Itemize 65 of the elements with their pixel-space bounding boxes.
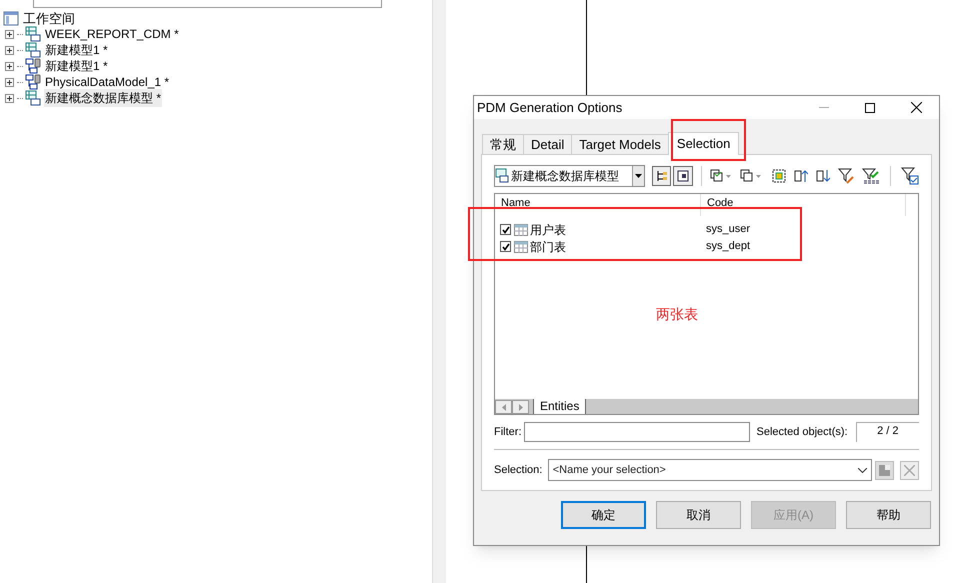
expand-toggle[interactable]	[5, 94, 14, 102]
filter-field[interactable]	[524, 422, 750, 442]
tab[interactable]: Detail	[523, 134, 572, 154]
window-icon	[677, 170, 690, 182]
table-icon	[514, 240, 528, 252]
left-arrow-icon	[502, 404, 506, 410]
checkbox[interactable]	[500, 224, 511, 235]
tree-item[interactable]: 新建概念数据库模型 *	[44, 89, 162, 107]
dialog-button[interactable]: 取消	[656, 501, 741, 529]
checkbox[interactable]	[500, 241, 511, 252]
filter-checkbox-icon[interactable]	[901, 167, 919, 185]
selected-objects-label: Selected object(s):	[756, 424, 848, 440]
workspace-icon	[3, 10, 19, 26]
tree-item[interactable]: 新建模型1 *	[44, 41, 109, 59]
move-up-icon[interactable]	[794, 169, 808, 183]
delete-icon	[904, 464, 916, 476]
caret-icon	[634, 174, 642, 178]
tree-item[interactable]: 新建模型1 *	[44, 57, 109, 75]
conceptual-model-icon	[25, 90, 41, 106]
tab[interactable]: Target Models	[571, 134, 668, 154]
window-title: PDM Generation Options	[477, 98, 624, 117]
selected-objects-count: 2 / 2	[856, 422, 919, 442]
list-view-button[interactable]	[673, 166, 694, 186]
model-dropdown[interactable]: 新建概念数据库模型	[494, 165, 645, 187]
conceptual-model-icon	[25, 26, 41, 42]
filter-edit-icon[interactable]	[838, 168, 854, 184]
move-down-icon[interactable]	[816, 169, 830, 183]
filter-label: Filter:	[494, 424, 522, 440]
expand-toggle[interactable]	[5, 46, 14, 54]
selection-dropdown[interactable]: <Name your selection>	[548, 459, 872, 481]
entity-code: sys_user	[705, 222, 750, 238]
table-icon	[514, 224, 528, 236]
entity-name[interactable]: 部门表	[530, 238, 566, 256]
deselect-all-icon[interactable]	[740, 169, 762, 183]
scrollbar[interactable]	[432, 0, 446, 583]
sheet-tab[interactable]: Entities	[533, 399, 586, 414]
tab[interactable]: 常规	[482, 134, 523, 154]
close-icon	[910, 102, 922, 113]
tree-view-button[interactable]	[652, 166, 672, 186]
search-field[interactable]	[33, 0, 382, 8]
expand-toggle[interactable]	[5, 62, 14, 70]
entity-code: sys_dept	[705, 239, 750, 254]
dialog-button[interactable]: 帮助	[846, 501, 931, 529]
dialog-button[interactable]: 确定	[561, 501, 646, 529]
save-icon	[879, 464, 890, 476]
column-header[interactable]: Name	[495, 194, 700, 216]
expand-toggle[interactable]	[5, 78, 14, 86]
physical-model-icon	[25, 74, 41, 90]
save-selection-button[interactable]	[875, 460, 894, 480]
conceptual-model-icon	[25, 42, 41, 58]
annotation-text: 两张表	[656, 305, 698, 324]
selection-label: Selection:	[494, 462, 544, 478]
expand-toggle[interactable]	[5, 30, 14, 38]
selection-icon[interactable]	[772, 169, 786, 183]
right-arrow-icon	[518, 404, 522, 410]
column-header[interactable]: Code	[700, 194, 905, 216]
physical-model-icon	[25, 58, 41, 74]
entity-name[interactable]: 用户表	[530, 220, 566, 238]
tree-item[interactable]: PhysicalDataModel_1 *	[44, 73, 170, 91]
select-all-icon[interactable]	[710, 169, 732, 183]
chevron-down-icon	[858, 468, 868, 472]
tab[interactable]: Selection	[668, 132, 740, 155]
tree-view-icon	[656, 170, 668, 182]
filter-apply-icon[interactable]	[862, 168, 880, 184]
model-icon	[495, 168, 511, 184]
